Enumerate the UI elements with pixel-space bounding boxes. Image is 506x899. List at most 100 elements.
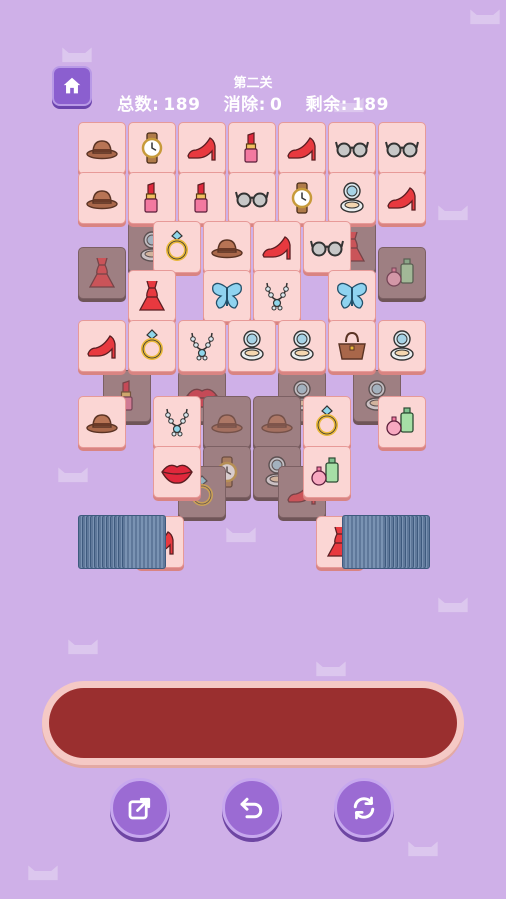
stacked-card bbox=[342, 515, 386, 569]
level-title: 第二关 bbox=[233, 76, 273, 91]
tile-lips[interactable] bbox=[153, 446, 201, 498]
butterfly-icon bbox=[337, 282, 367, 309]
right-card-stack[interactable] bbox=[330, 515, 430, 569]
move-out-button[interactable] bbox=[110, 778, 170, 838]
perfume-icon bbox=[311, 457, 339, 486]
ring-icon bbox=[166, 230, 188, 261]
tile-compact[interactable] bbox=[228, 320, 276, 372]
shuffle-button[interactable] bbox=[334, 778, 394, 838]
compact-icon bbox=[240, 330, 264, 361]
dress-icon bbox=[88, 257, 116, 288]
cleared-value: 0 bbox=[269, 95, 283, 115]
lips-icon bbox=[161, 464, 193, 484]
cleared-label: 消除: bbox=[223, 95, 266, 115]
shuffle-icon bbox=[353, 796, 375, 820]
undo-button[interactable] bbox=[222, 778, 282, 838]
necklace-icon bbox=[190, 332, 214, 361]
tile-watch[interactable] bbox=[128, 122, 176, 174]
compact-icon bbox=[390, 330, 414, 361]
glasses-icon bbox=[335, 141, 369, 158]
tile-hat[interactable] bbox=[78, 172, 126, 224]
heel-icon bbox=[262, 236, 291, 260]
tile-hat bbox=[253, 396, 301, 448]
move-out-icon bbox=[128, 797, 151, 820]
tile-slot-tray bbox=[49, 688, 457, 758]
tile-heel[interactable] bbox=[178, 122, 226, 174]
tile-lipstick[interactable] bbox=[128, 172, 176, 224]
tile-necklace[interactable] bbox=[153, 396, 201, 448]
tile-compact[interactable] bbox=[278, 320, 326, 372]
compact-icon bbox=[290, 330, 314, 361]
tile-perfume[interactable] bbox=[378, 396, 426, 448]
tile-butterfly[interactable] bbox=[203, 270, 251, 322]
cat-watermark-icon bbox=[438, 205, 468, 221]
dress-icon bbox=[138, 280, 166, 311]
tile-heel[interactable] bbox=[253, 221, 301, 273]
total-label: 总数: bbox=[117, 95, 160, 115]
watch-icon bbox=[291, 182, 313, 214]
tile-ring[interactable] bbox=[303, 396, 351, 448]
cat-watermark-icon bbox=[470, 9, 500, 25]
cat-watermark-icon bbox=[62, 47, 92, 63]
lipstick-icon bbox=[144, 182, 158, 213]
tile-necklace[interactable] bbox=[253, 270, 301, 322]
left-card-stack[interactable] bbox=[78, 515, 178, 569]
cat-watermark-icon bbox=[316, 661, 346, 677]
remaining-value: 189 bbox=[351, 95, 389, 115]
tile-butterfly[interactable] bbox=[328, 270, 376, 322]
tile-lipstick[interactable] bbox=[178, 172, 226, 224]
tile-glasses[interactable] bbox=[228, 172, 276, 224]
tile-dress[interactable] bbox=[128, 270, 176, 322]
glasses-icon bbox=[235, 191, 269, 208]
undo-icon bbox=[240, 797, 263, 819]
hat-icon bbox=[86, 414, 118, 434]
cat-watermark-icon bbox=[438, 597, 468, 613]
necklace-icon bbox=[265, 282, 289, 311]
tile-handbag[interactable] bbox=[328, 320, 376, 372]
tile-hat[interactable] bbox=[203, 221, 251, 273]
hat-icon bbox=[211, 414, 243, 434]
ring-icon bbox=[316, 405, 338, 436]
tile-perfume[interactable] bbox=[303, 446, 351, 498]
hat-icon bbox=[86, 140, 118, 160]
hat-icon bbox=[211, 239, 243, 259]
tile-heel[interactable] bbox=[278, 122, 326, 174]
necklace-icon bbox=[165, 408, 189, 437]
tile-lipstick[interactable] bbox=[228, 122, 276, 174]
heel-icon bbox=[387, 187, 416, 211]
cat-watermark-icon bbox=[58, 467, 88, 483]
tile-hat[interactable] bbox=[78, 396, 126, 448]
tile-compact[interactable] bbox=[328, 172, 376, 224]
tile-necklace[interactable] bbox=[178, 320, 226, 372]
cat-watermark-icon bbox=[68, 639, 98, 655]
tile-glasses[interactable] bbox=[328, 122, 376, 174]
lipstick-icon bbox=[244, 132, 258, 163]
glasses-icon bbox=[385, 141, 419, 158]
tile-hat bbox=[203, 396, 251, 448]
perfume-icon bbox=[386, 258, 414, 287]
tile-glasses[interactable] bbox=[378, 122, 426, 174]
tile-perfume bbox=[378, 247, 426, 299]
tile-heel[interactable] bbox=[78, 320, 126, 372]
heel-icon bbox=[187, 137, 216, 161]
cat-watermark-icon bbox=[226, 527, 256, 543]
tile-hat[interactable] bbox=[78, 122, 126, 174]
tile-ring[interactable] bbox=[128, 320, 176, 372]
tile-glasses[interactable] bbox=[303, 221, 351, 273]
ring-icon bbox=[141, 329, 163, 360]
heel-icon bbox=[87, 335, 116, 359]
tile-heel[interactable] bbox=[378, 172, 426, 224]
stats-bar: 总数: 189 消除: 0 剩余: 189 bbox=[0, 90, 506, 115]
heel-icon bbox=[287, 137, 316, 161]
tile-slot-bar bbox=[42, 681, 464, 765]
tile-watch[interactable] bbox=[278, 172, 326, 224]
watch-icon bbox=[141, 132, 163, 164]
hat-icon bbox=[86, 190, 118, 210]
tile-compact[interactable] bbox=[378, 320, 426, 372]
total-value: 189 bbox=[163, 95, 201, 115]
cat-watermark-icon bbox=[28, 865, 58, 881]
tile-ring[interactable] bbox=[153, 221, 201, 273]
perfume-icon bbox=[386, 407, 414, 436]
butterfly-icon bbox=[212, 282, 242, 309]
lipstick-icon bbox=[194, 182, 208, 213]
